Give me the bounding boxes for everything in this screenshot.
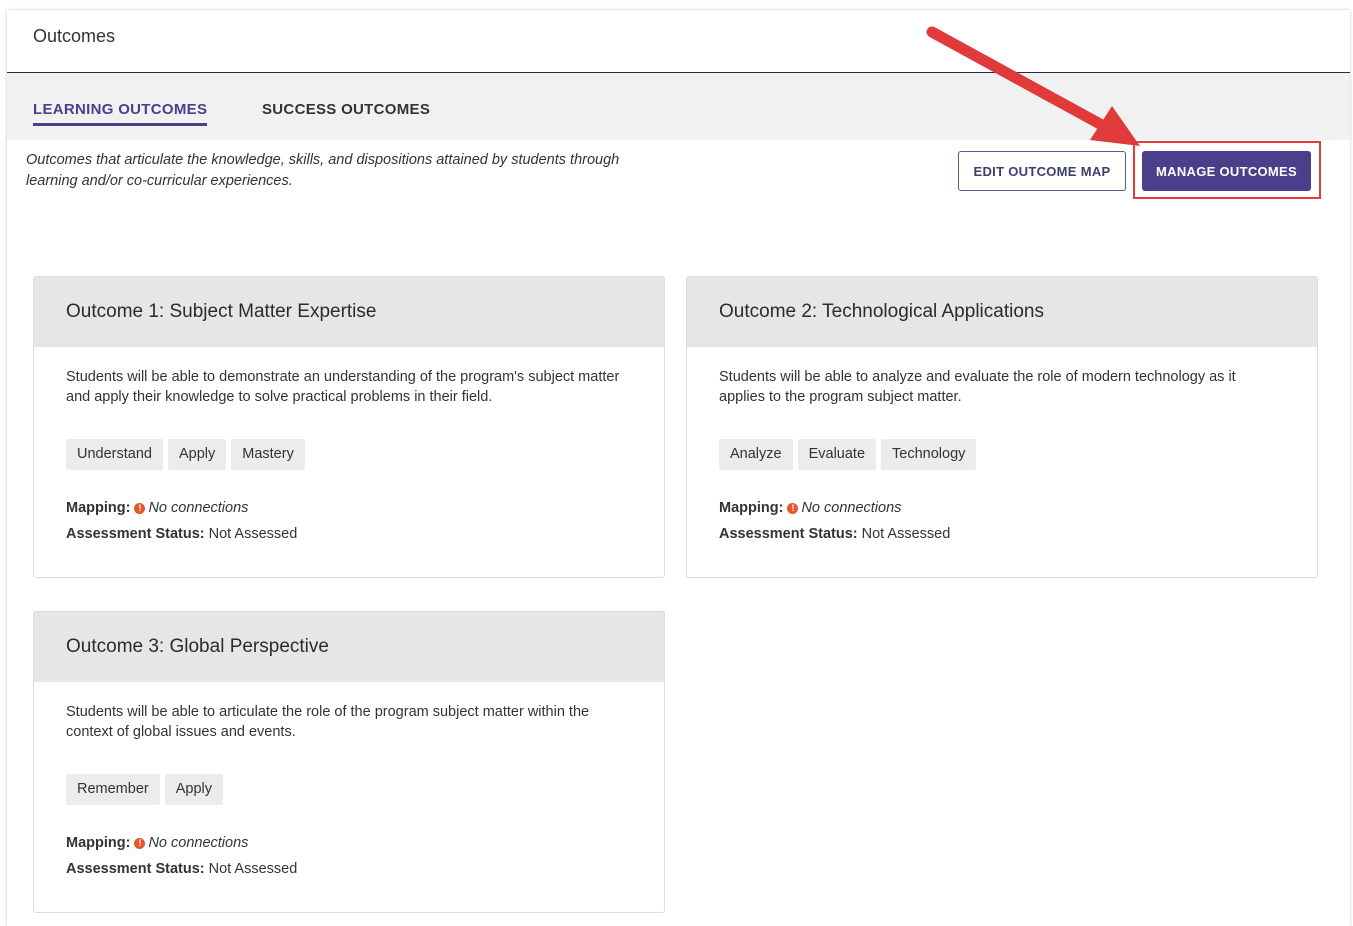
mapping-label: Mapping: (66, 835, 131, 851)
tab-bar: LEARNING OUTCOMES SUCCESS OUTCOMES (7, 73, 1350, 140)
mapping-value: No connections (148, 500, 249, 516)
outcome-tag: Mastery (231, 439, 305, 470)
outcome-tag: Remember (66, 774, 160, 805)
outcome-card-title: Outcome 2: Technological Applications (687, 277, 1317, 347)
assessment-status-row: Assessment Status: Not Assessed (66, 856, 632, 882)
assessment-status-value: Not Assessed (208, 861, 298, 877)
mapping-row: Mapping:! No connections (719, 495, 1285, 521)
assessment-status-value: Not Assessed (208, 526, 298, 542)
outcome-meta: Mapping:! No connections Assessment Statu… (66, 495, 632, 547)
outcome-card-text: Students will be able to demonstrate an … (66, 369, 620, 405)
outcome-tag: Apply (167, 439, 227, 470)
outcome-tag: Technology (881, 439, 977, 470)
outcome-meta: Mapping:! No connections Assessment Statu… (66, 830, 632, 882)
mapping-label: Mapping: (719, 500, 784, 516)
outcome-card-1[interactable]: Outcome 1: Subject Matter Expertise Stud… (33, 276, 665, 578)
outcome-tag: Understand (66, 439, 163, 470)
assessment-status-label: Assessment Status: (66, 861, 205, 877)
outcome-tags: Remember Apply (66, 774, 632, 805)
assessment-status-row: Assessment Status: Not Assessed (719, 521, 1285, 547)
assessment-status-label: Assessment Status: (66, 526, 205, 542)
outcome-card-3[interactable]: Outcome 3: Global Perspective Students w… (33, 611, 665, 913)
warning-icon: ! (134, 503, 146, 514)
page-header: Outcomes (7, 10, 1350, 73)
assessment-status-label: Assessment Status: (719, 526, 858, 542)
outcome-tag: Analyze (719, 439, 793, 470)
outcome-card-title: Outcome 1: Subject Matter Expertise (34, 277, 664, 347)
outcome-card-title: Outcome 3: Global Perspective (34, 612, 664, 682)
outcome-tag: Apply (164, 774, 223, 805)
mapping-row: Mapping:! No connections (66, 495, 632, 521)
outcome-tags: Analyze Evaluate Technology (719, 439, 1285, 470)
assessment-status-row: Assessment Status: Not Assessed (66, 521, 632, 547)
outcome-card-2[interactable]: Outcome 2: Technological Applications St… (686, 276, 1318, 578)
tab-success-outcomes[interactable]: SUCCESS OUTCOMES (262, 101, 430, 126)
warning-icon: ! (787, 503, 799, 514)
mapping-value: No connections (148, 835, 249, 851)
mapping-label: Mapping: (66, 500, 131, 516)
assessment-status-value: Not Assessed (861, 526, 951, 542)
outcome-card-text: Students will be able to analyze and eva… (719, 369, 1236, 405)
outcomes-description: Outcomes that articulate the knowledge, … (26, 152, 620, 189)
outcome-card-text: Students will be able to articulate the … (66, 704, 590, 740)
outcome-tag: Evaluate (797, 439, 877, 470)
outcome-meta: Mapping:! No connections Assessment Statu… (719, 495, 1285, 547)
outcome-tags: Understand Apply Mastery (66, 439, 632, 470)
mapping-row: Mapping:! No connections (66, 830, 632, 856)
edit-outcome-map-button[interactable]: EDIT OUTCOME MAP (958, 151, 1126, 191)
tab-learning-outcomes[interactable]: LEARNING OUTCOMES (33, 101, 208, 126)
page-title: Outcomes (33, 25, 116, 46)
annotation-highlight-box (1133, 141, 1321, 199)
mapping-value: No connections (801, 500, 902, 516)
warning-icon: ! (134, 838, 146, 849)
